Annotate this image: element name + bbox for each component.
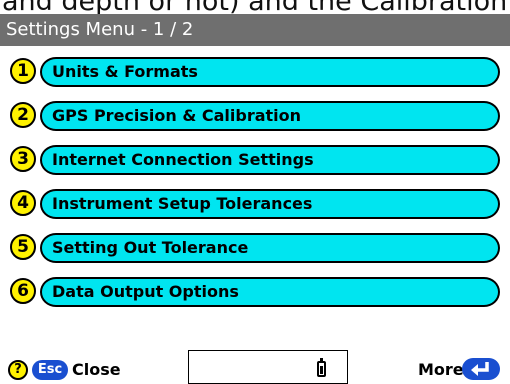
esc-button[interactable]: Esc	[32, 360, 68, 380]
enter-arrow-icon	[471, 362, 489, 376]
menu-item-label[interactable]: Internet Connection Settings	[40, 145, 500, 175]
title-bar: Settings Menu - 1 / 2	[0, 14, 510, 46]
menu-item-instrument-setup[interactable]: 4 Instrument Setup Tolerances	[10, 188, 500, 220]
menu-item-gps-precision[interactable]: 2 GPS Precision & Calibration	[10, 100, 500, 132]
menu-item-label[interactable]: Setting Out Tolerance	[40, 233, 500, 263]
menu-item-setting-out[interactable]: 5 Setting Out Tolerance	[10, 232, 500, 264]
status-box	[188, 350, 348, 384]
top-caption: and depth or not) and the Calibration	[0, 0, 510, 14]
menu-number-badge: 1	[10, 58, 36, 84]
close-label[interactable]: Close	[72, 360, 121, 380]
menu-number-badge: 5	[10, 234, 36, 260]
menu-number-badge: 6	[10, 278, 36, 304]
enter-button[interactable]	[462, 358, 500, 380]
battery-icon	[317, 358, 326, 377]
footer-bar: ? Esc Close More	[0, 346, 510, 384]
menu-item-label[interactable]: GPS Precision & Calibration	[40, 101, 500, 131]
page-title: Settings Menu - 1 / 2	[6, 19, 194, 40]
help-icon[interactable]: ?	[8, 360, 28, 380]
menu-number-badge: 3	[10, 146, 36, 172]
menu-item-label[interactable]: Instrument Setup Tolerances	[40, 189, 500, 219]
menu-item-data-output[interactable]: 6 Data Output Options	[10, 276, 500, 308]
menu-number-badge: 4	[10, 190, 36, 216]
menu-item-label[interactable]: Units & Formats	[40, 57, 500, 87]
menu-item-units-formats[interactable]: 1 Units & Formats	[10, 56, 500, 88]
menu-item-label[interactable]: Data Output Options	[40, 277, 500, 307]
menu-item-internet-connection[interactable]: 3 Internet Connection Settings	[10, 144, 500, 176]
more-label[interactable]: More	[418, 360, 464, 380]
menu-number-badge: 2	[10, 102, 36, 128]
